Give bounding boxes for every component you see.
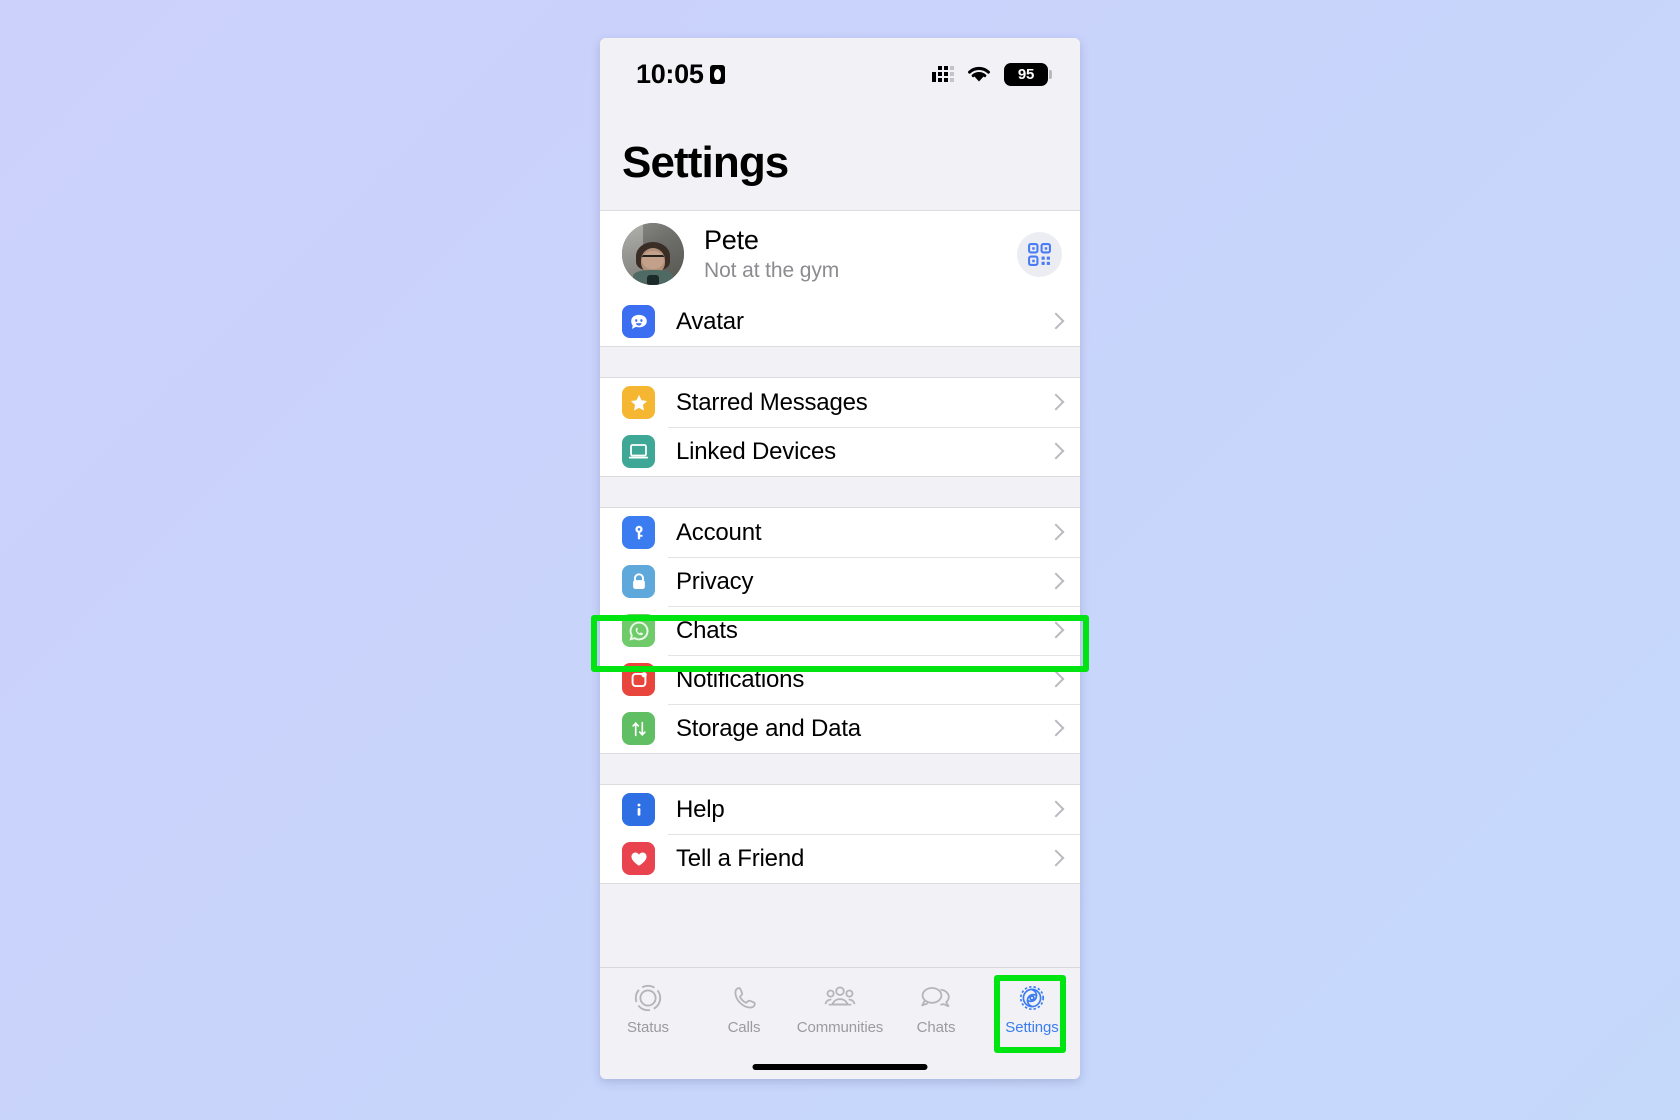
qr-code-button[interactable]	[1017, 231, 1062, 277]
battery-indicator: 95	[1004, 62, 1052, 86]
status-bar: 10:05 95	[600, 38, 1080, 100]
settings-row-starred-messages[interactable]: Starred Messages	[600, 378, 1080, 427]
profile-status: Not at the gym	[704, 259, 840, 282]
heart-icon	[622, 842, 655, 875]
chevron-right-icon	[1049, 522, 1062, 544]
info-icon	[622, 793, 655, 826]
messages-group: Starred Messages Linked Devices	[600, 377, 1080, 477]
profile-text: Pete Not at the gym	[704, 225, 1017, 283]
section-gap	[600, 347, 1080, 377]
whatsapp-chat-icon	[622, 614, 655, 647]
avatar[interactable]	[622, 223, 684, 285]
phone-frame: 10:05 95 Settings Pete Not at the gym Av…	[600, 38, 1080, 1079]
tab-calls[interactable]: Calls	[696, 982, 792, 1036]
settings-row-label: Chats	[676, 616, 738, 644]
wifi-icon	[968, 67, 990, 82]
chevron-right-icon	[1049, 848, 1062, 870]
settings-row-label: Help	[676, 795, 725, 823]
settings-row-help[interactable]: Help	[600, 785, 1080, 834]
title-area: Settings	[600, 100, 1080, 210]
preferences-group: Account Privacy Chats Notifications Stor…	[600, 507, 1080, 754]
chevron-right-icon	[1049, 620, 1062, 642]
tab-label: Status	[627, 1019, 669, 1036]
settings-row-chats[interactable]: Chats	[600, 606, 1080, 655]
settings-list: Pete Not at the gym Avatar Starred Messa…	[600, 210, 1080, 967]
home-indicator	[752, 1064, 928, 1070]
settings-row-storage-and-data[interactable]: Storage and Data	[600, 704, 1080, 753]
laptop-icon	[622, 435, 655, 468]
tab-label: Calls	[727, 1019, 761, 1036]
tab-settings[interactable]: Settings	[984, 982, 1080, 1036]
arrows-updown-icon	[622, 712, 655, 745]
tab-status[interactable]: Status	[600, 982, 696, 1036]
settings-row-linked-devices[interactable]: Linked Devices	[600, 427, 1080, 476]
tab-label: Settings	[1005, 1019, 1059, 1036]
settings-row-avatar[interactable]: Avatar	[600, 297, 1080, 346]
communities-people-icon	[821, 982, 859, 1014]
settings-row-label: Privacy	[676, 567, 754, 595]
profile-group: Pete Not at the gym Avatar	[600, 210, 1080, 347]
settings-row-label: Notifications	[676, 665, 805, 693]
settings-row-label: Storage and Data	[676, 714, 861, 742]
status-bar-left: 10:05	[636, 59, 725, 90]
chevron-right-icon	[1049, 669, 1062, 691]
chevron-right-icon	[1049, 311, 1062, 333]
tab-chats[interactable]: Chats	[888, 982, 984, 1036]
battery-level: 95	[1017, 65, 1035, 83]
profile-name: Pete	[704, 225, 759, 255]
settings-row-privacy[interactable]: Privacy	[600, 557, 1080, 606]
settings-row-tell-a-friend[interactable]: Tell a Friend	[600, 834, 1080, 883]
avatar-icon	[622, 305, 655, 338]
star-icon	[622, 386, 655, 419]
chevron-right-icon	[1049, 718, 1062, 740]
page-title: Settings	[622, 138, 789, 187]
gear-icon	[1013, 982, 1051, 1014]
cellular-signal-icon	[932, 66, 954, 82]
chevron-right-icon	[1049, 441, 1062, 463]
phone-icon	[725, 982, 763, 1014]
settings-row-label: Account	[676, 518, 762, 546]
chevron-right-icon	[1049, 799, 1062, 821]
profile-row[interactable]: Pete Not at the gym	[600, 211, 1080, 297]
location-arrow-icon	[709, 64, 725, 84]
chevron-right-icon	[1049, 571, 1062, 593]
settings-row-notifications[interactable]: Notifications	[600, 655, 1080, 704]
tab-label: Chats	[916, 1019, 956, 1036]
chat-bubbles-icon	[917, 982, 955, 1014]
settings-row-label: Linked Devices	[676, 437, 836, 465]
tab-label: Communities	[796, 1019, 884, 1036]
chevron-right-icon	[1049, 392, 1062, 414]
section-gap	[600, 754, 1080, 784]
status-rings-icon	[629, 982, 667, 1014]
key-icon	[622, 516, 655, 549]
bell-notification-icon	[622, 663, 655, 696]
settings-row-label: Avatar	[676, 307, 744, 335]
lock-icon	[622, 565, 655, 598]
settings-row-account[interactable]: Account	[600, 508, 1080, 557]
tab-bar: Status Calls Communities Chats Settings	[600, 967, 1080, 1079]
section-gap	[600, 477, 1080, 507]
settings-row-label: Starred Messages	[676, 388, 868, 416]
tab-communities[interactable]: Communities	[792, 982, 888, 1036]
qr-code-icon	[1028, 242, 1051, 266]
status-bar-right: 95	[932, 62, 1052, 86]
support-group: Help Tell a Friend	[600, 784, 1080, 884]
status-time: 10:05	[636, 58, 704, 89]
settings-row-label: Tell a Friend	[676, 844, 805, 872]
